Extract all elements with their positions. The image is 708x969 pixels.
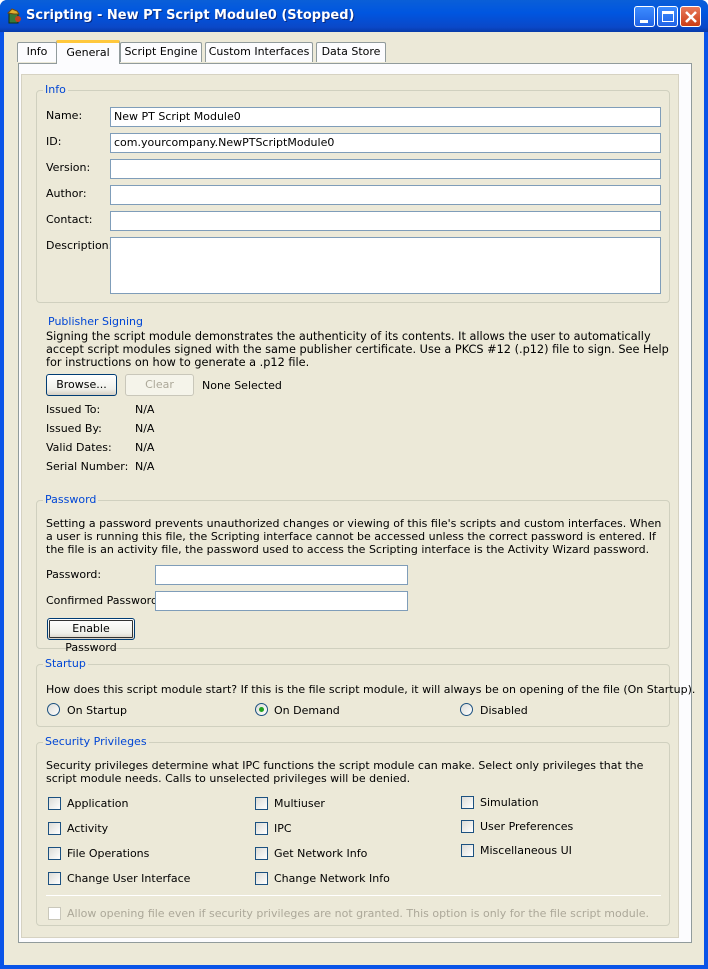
scripting-window: Scripting - New PT Script Module0 (Stopp… — [0, 0, 708, 969]
tab-custom-interfaces[interactable]: Custom Interfaces — [205, 42, 313, 62]
clear-button[interactable]: Clear — [125, 374, 194, 396]
scripting-app-icon — [6, 8, 21, 24]
general-content: Info Name: New PT Script Module0 ID: com… — [21, 74, 695, 938]
info-group: Info Name: New PT Script Module0 ID: com… — [36, 83, 670, 303]
application-label[interactable]: Application — [67, 797, 128, 810]
tab-info[interactable]: Info — [17, 42, 57, 62]
window-client-area: Info General Script Engine Custom Interf… — [4, 32, 704, 965]
file-operations-label[interactable]: File Operations — [67, 847, 149, 860]
confirmed-password-field[interactable] — [155, 591, 408, 611]
get-network-info-checkbox[interactable] — [255, 847, 268, 860]
disabled-radio[interactable] — [460, 703, 473, 716]
minimize-button[interactable] — [634, 6, 655, 27]
change-user-interface-label[interactable]: Change User Interface — [67, 872, 190, 885]
version-label: Version: — [46, 161, 91, 174]
description-field[interactable] — [110, 237, 661, 294]
simulation-checkbox[interactable] — [461, 796, 474, 809]
change-network-info-checkbox[interactable] — [255, 872, 268, 885]
serial-number-label: Serial Number: — [46, 460, 129, 473]
multiuser-checkbox[interactable] — [255, 797, 268, 810]
on-startup-radio[interactable] — [47, 703, 60, 716]
id-field[interactable]: com.yourcompany.NewPTScriptModule0 — [110, 133, 661, 153]
id-label: ID: — [46, 135, 62, 148]
version-field[interactable] — [110, 159, 661, 179]
serial-number-value: N/A — [135, 460, 155, 473]
security-privileges-group: Security Privileges Security privileges … — [36, 735, 670, 926]
certificate-selection-status: None Selected — [202, 379, 282, 392]
security-privileges-description: Security privileges determine what IPC f… — [46, 759, 644, 785]
ipc-checkbox[interactable] — [255, 822, 268, 835]
minimize-icon — [640, 20, 648, 23]
tab-general[interactable]: General — [56, 40, 120, 64]
maximize-icon — [662, 11, 674, 22]
browse-button[interactable]: Browse... — [46, 374, 117, 396]
miscellaneous-ui-label[interactable]: Miscellaneous UI — [480, 844, 572, 857]
issued-to-value: N/A — [135, 403, 155, 416]
on-demand-label[interactable]: On Demand — [274, 704, 340, 717]
contact-label: Contact: — [46, 213, 93, 226]
publisher-signing-legend: Publisher Signing — [46, 315, 145, 328]
author-label: Author: — [46, 187, 87, 200]
allow-opening-checkbox[interactable] — [48, 907, 61, 920]
on-startup-label[interactable]: On Startup — [67, 704, 127, 717]
get-network-info-label[interactable]: Get Network Info — [274, 847, 367, 860]
application-checkbox[interactable] — [48, 797, 61, 810]
file-operations-checkbox[interactable] — [48, 847, 61, 860]
ipc-label[interactable]: IPC — [274, 822, 292, 835]
publisher-signing-group: Publisher Signing Signing the script mod… — [36, 315, 670, 475]
change-network-info-label[interactable]: Change Network Info — [274, 872, 390, 885]
tab-data-store[interactable]: Data Store — [316, 42, 386, 62]
radio-selected-dot — [259, 707, 264, 712]
name-label: Name: — [46, 109, 83, 122]
change-user-interface-checkbox[interactable] — [48, 872, 61, 885]
author-field[interactable] — [110, 185, 661, 205]
user-preferences-checkbox[interactable] — [461, 820, 474, 833]
confirmed-password-label: Confirmed Password: — [46, 594, 162, 607]
enable-password-button[interactable]: Enable Password — [47, 618, 135, 654]
startup-group: Startup How does this script module star… — [36, 657, 695, 727]
miscellaneous-ui-checkbox[interactable] — [461, 844, 474, 857]
startup-description: How does this script module start? If th… — [46, 683, 696, 696]
tab-script-engine[interactable]: Script Engine — [120, 42, 202, 62]
password-field[interactable] — [155, 565, 408, 585]
security-privileges-legend: Security Privileges — [43, 735, 149, 748]
window-title: Scripting - New PT Script Module0 (Stopp… — [26, 8, 355, 23]
password-legend: Password — [43, 493, 99, 506]
valid-dates-value: N/A — [135, 441, 155, 454]
simulation-label[interactable]: Simulation — [480, 796, 539, 809]
contact-field[interactable] — [110, 211, 661, 231]
user-preferences-label[interactable]: User Preferences — [480, 820, 573, 833]
info-legend: Info — [43, 83, 68, 96]
activity-label[interactable]: Activity — [67, 822, 108, 835]
close-button[interactable] — [680, 6, 701, 27]
password-label: Password: — [46, 568, 102, 581]
activity-checkbox[interactable] — [48, 822, 61, 835]
close-icon — [685, 11, 697, 23]
issued-to-label: Issued To: — [46, 403, 101, 416]
maximize-button[interactable] — [657, 6, 678, 27]
password-description: Setting a password prevents unauthorized… — [46, 517, 662, 556]
security-divider — [46, 895, 661, 896]
on-demand-radio[interactable] — [255, 703, 268, 716]
name-field[interactable]: New PT Script Module0 — [110, 107, 661, 127]
valid-dates-label: Valid Dates: — [46, 441, 112, 454]
disabled-label[interactable]: Disabled — [480, 704, 528, 717]
issued-by-label: Issued By: — [46, 422, 102, 435]
password-group: Password Setting a password prevents una… — [36, 493, 670, 654]
startup-legend: Startup — [43, 657, 88, 670]
issued-by-value: N/A — [135, 422, 155, 435]
multiuser-label[interactable]: Multiuser — [274, 797, 325, 810]
description-label: Description: — [46, 239, 113, 252]
allow-opening-label: Allow opening file even if security priv… — [67, 907, 650, 920]
publisher-signing-description: Signing the script module demonstrates t… — [46, 330, 669, 369]
title-bar[interactable]: Scripting - New PT Script Module0 (Stopp… — [0, 0, 708, 32]
